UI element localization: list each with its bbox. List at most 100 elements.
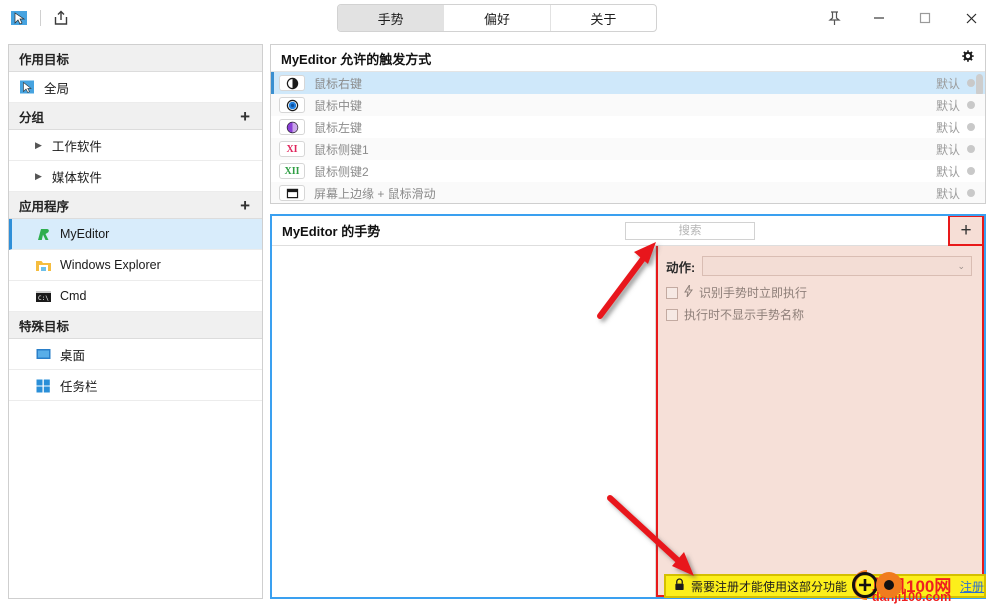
table-row[interactable]: XII 鼠标侧键2 默认: [271, 160, 985, 182]
trigger-status: 默认: [935, 164, 960, 179]
badge-text: XI: [286, 143, 298, 155]
tab-gestures[interactable]: 手势: [338, 5, 445, 31]
sidebar-item-taskbar[interactable]: 任务栏: [9, 370, 262, 401]
sidebar-item-work-software[interactable]: ▶ 工作软件: [9, 130, 262, 161]
cursor-icon: [20, 80, 34, 93]
trigger-label: 屏幕上边缘 + 鼠标滑动: [314, 186, 436, 201]
chevron-down-icon: ⌄: [957, 260, 965, 271]
sidebar-item-label: Cmd: [60, 289, 87, 303]
table-row[interactable]: XI 鼠标侧键1 默认: [271, 138, 985, 160]
cursor-app-icon[interactable]: [8, 6, 32, 30]
minimize-button[interactable]: [856, 0, 902, 36]
sidebar-item-myeditor[interactable]: MyEditor: [9, 219, 262, 250]
trigger-label: 鼠标中键: [314, 98, 363, 113]
license-message: 需要注册才能使用这部分功能: [691, 579, 848, 594]
action-select[interactable]: ⌄: [702, 256, 972, 276]
trigger-status: 默认: [935, 98, 960, 113]
folder-icon: [36, 260, 51, 271]
checkbox-immediate[interactable]: [666, 286, 678, 299]
action-config-panel: 动作: ⌄ 识别手势时立即执行 执行时不显示手势名称: [656, 246, 984, 597]
checkbox-label: 识别手势时立即执行: [699, 286, 808, 300]
main-tabs[interactable]: 手势 偏好 关于: [337, 4, 657, 32]
sidebar-item-label: Windows Explorer: [60, 258, 161, 272]
sidebar-item-label: 全局: [44, 81, 70, 96]
maximize-button[interactable]: [902, 0, 948, 36]
add-app-button[interactable]: +: [240, 197, 252, 214]
table-row[interactable]: 鼠标右键 默认: [271, 72, 985, 96]
status-dot[interactable]: [967, 123, 975, 131]
tab-preferences[interactable]: 偏好: [444, 5, 551, 31]
titlebar-toolbar: [8, 6, 73, 30]
sidebar-item-label: 媒体软件: [51, 170, 102, 185]
screen-edge-icon: [279, 185, 305, 201]
sidebar-item-label: MyEditor: [60, 227, 110, 241]
target-sidebar: 作用目标 全局 分组 + ▶ 工作软件 ▶ 媒体软件 应用程序 + MyEdit…: [8, 44, 263, 599]
gesture-panel-body: 动作: ⌄ 识别手势时立即执行 执行时不显示手势名称: [272, 246, 984, 597]
application-window: 手势 偏好 关于 作用目标 全局 分组 + ▶ 工作软件 ▶ 媒体软件 应用程序…: [0, 0, 994, 607]
status-dot[interactable]: [967, 101, 975, 109]
sidebar-section-header-targets: 作用目标: [9, 45, 262, 72]
trigger-status: 默认: [935, 186, 960, 201]
trigger-label: 鼠标侧键2: [314, 164, 369, 179]
tab-about[interactable]: 关于: [551, 5, 656, 31]
myeditor-icon: [38, 228, 49, 240]
sidebar-section-header-special: 特殊目标: [9, 312, 262, 339]
checkbox-label: 执行时不显示手势名称: [684, 308, 805, 322]
sidebar-item-media-software[interactable]: ▶ 媒体软件: [9, 161, 262, 192]
scrollbar-thumb[interactable]: [976, 74, 983, 96]
left-button-icon: [279, 119, 305, 135]
status-dot[interactable]: [967, 145, 975, 153]
trigger-status: 默认: [935, 142, 960, 157]
trigger-methods-panel: MyEditor 允许的触发方式 鼠标右键 默认 鼠标中键 默认 鼠标左键 默认…: [270, 44, 986, 204]
sidebar-section-header-apps: 应用程序 +: [9, 192, 262, 219]
sidebar-item-global[interactable]: 全局: [9, 72, 262, 103]
action-row: 动作: ⌄: [666, 256, 972, 276]
lock-icon: [674, 578, 685, 594]
sidebar-item-cmd[interactable]: C:\ Cmd: [9, 281, 262, 312]
chevron-right-icon[interactable]: ▶: [35, 171, 42, 182]
register-link[interactable]: 注册: [960, 578, 984, 595]
status-dot[interactable]: [967, 79, 975, 87]
status-dot[interactable]: [967, 189, 975, 197]
trigger-status: 默认: [935, 120, 960, 135]
sidebar-item-desktop[interactable]: 桌面: [9, 339, 262, 370]
trigger-label: 鼠标右键: [314, 76, 363, 91]
trigger-panel-title: MyEditor 允许的触发方式: [281, 51, 432, 67]
search-container: 搜索: [432, 216, 948, 245]
trigger-panel-header: MyEditor 允许的触发方式: [271, 45, 985, 72]
pin-button[interactable]: [812, 0, 856, 36]
add-group-button[interactable]: +: [240, 108, 252, 125]
add-gesture-button[interactable]: +: [948, 216, 984, 246]
sidebar-item-label: 工作软件: [51, 139, 102, 154]
table-row[interactable]: 屏幕上边缘 + 鼠标滑动 默认: [271, 182, 985, 203]
chevron-right-icon[interactable]: ▶: [35, 140, 42, 151]
checkbox-row-hidename[interactable]: 执行时不显示手势名称: [666, 306, 972, 323]
table-row[interactable]: 鼠标左键 默认: [271, 116, 985, 138]
svg-text:C:\: C:\: [38, 295, 49, 302]
sidebar-item-label: 桌面: [60, 348, 86, 363]
gesture-list[interactable]: [272, 246, 656, 597]
sidebar-header-label: 特殊目标: [19, 319, 70, 334]
gesture-panel-title: MyEditor 的手势: [282, 224, 381, 239]
close-button[interactable]: [948, 0, 994, 36]
search-input[interactable]: 搜索: [625, 221, 755, 240]
cmd-icon: C:\: [36, 290, 51, 302]
gear-icon[interactable]: [960, 49, 975, 67]
license-warning-bar: 需要注册才能使用这部分功能: [664, 574, 986, 598]
export-icon[interactable]: [49, 6, 73, 30]
desktop-icon: [36, 348, 51, 359]
sidebar-item-label: 任务栏: [60, 379, 98, 394]
sidebar-header-label: 作用目标: [19, 52, 70, 67]
window-controls: [812, 0, 994, 36]
sidebar-header-label: 应用程序: [19, 199, 70, 214]
sidebar-header-label: 分组: [19, 110, 45, 125]
gesture-panel-header: MyEditor 的手势 搜索 +: [272, 216, 984, 246]
sidebar-item-windows-explorer[interactable]: Windows Explorer: [9, 250, 262, 281]
table-row[interactable]: 鼠标中键 默认: [271, 94, 985, 116]
taskbar-icon: [36, 379, 50, 392]
side-button-1-icon: XI: [279, 141, 305, 157]
trigger-label: 鼠标侧键1: [314, 142, 369, 157]
checkbox-row-immediate[interactable]: 识别手势时立即执行: [666, 284, 972, 301]
status-dot[interactable]: [967, 167, 975, 175]
checkbox-hide-name[interactable]: [666, 308, 678, 321]
